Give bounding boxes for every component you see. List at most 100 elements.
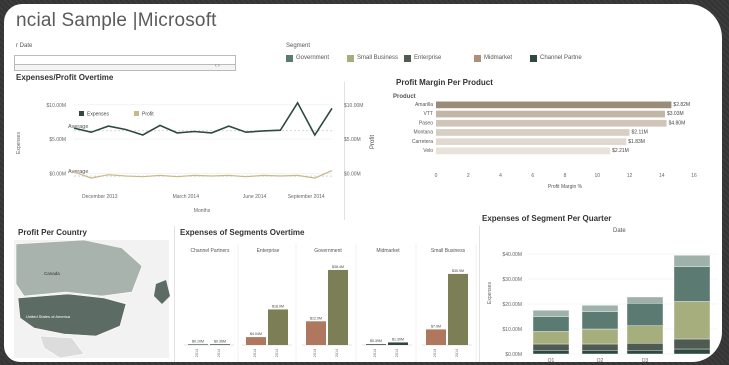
margin-data-label: $4.80M bbox=[669, 120, 686, 126]
quarter-stack-segment bbox=[532, 310, 570, 317]
segment-year-bar bbox=[210, 344, 230, 345]
x-tick-label: September 2014 bbox=[288, 194, 325, 200]
margin-data-label: $2.82M bbox=[673, 102, 690, 108]
quarter-stack-segment bbox=[532, 331, 570, 345]
y-tick-label-left: $5.00M bbox=[49, 137, 66, 143]
year-tick-label: 2014 bbox=[335, 349, 339, 357]
country-label-canada: Canada bbox=[44, 271, 60, 276]
quarter-stack-segment bbox=[581, 311, 619, 330]
segment-column-title: Midmarket bbox=[376, 248, 400, 254]
quarter-tick-label: Q1 bbox=[548, 358, 555, 362]
quarter-stack-segment bbox=[673, 301, 711, 340]
legend-label-profit: Profit bbox=[142, 112, 154, 118]
y-tick-label-left: $0.00M bbox=[49, 171, 66, 177]
y-tick-label: $10.00M bbox=[503, 327, 522, 333]
x-axis-label: Profit Margin % bbox=[548, 184, 583, 190]
y-tick-label: $30.00M bbox=[503, 277, 522, 283]
y-tick-label-right: $5.00M bbox=[344, 137, 361, 143]
segment-year-bar bbox=[246, 337, 266, 345]
quarter-stack-segment bbox=[581, 343, 619, 351]
average-label: Average bbox=[68, 169, 88, 175]
profit-series-line bbox=[73, 170, 333, 179]
quarter-stack-segment bbox=[532, 350, 570, 355]
margin-bar bbox=[436, 129, 630, 136]
x-tick-label: 8 bbox=[564, 173, 567, 179]
segment-year-bar bbox=[328, 269, 348, 345]
legend-label-expenses: Expenses bbox=[87, 112, 109, 118]
quarter-stack-segment bbox=[532, 343, 570, 351]
quarter-stack-segment bbox=[581, 350, 619, 355]
segment-year-bar bbox=[426, 329, 446, 345]
year-tick-label: 2014 bbox=[395, 349, 399, 357]
year-tick-label: 2013 bbox=[253, 349, 257, 357]
y-axis-label-left: Expenses bbox=[16, 132, 22, 154]
y-tick-label: $40.00M bbox=[503, 252, 522, 258]
margin-bar bbox=[436, 138, 627, 145]
quarter-stack-segment bbox=[532, 316, 570, 332]
segment-data-label: $7.9M bbox=[431, 324, 441, 328]
segment-data-label: $38.4M bbox=[332, 265, 344, 269]
x-tick-label: 16 bbox=[691, 173, 697, 179]
quarter-stack-segment bbox=[581, 328, 619, 345]
segment-data-label: $0.36M bbox=[214, 339, 226, 343]
margin-bar bbox=[436, 147, 611, 155]
quarter-stack-segment bbox=[626, 325, 664, 344]
segment-year-bar bbox=[306, 321, 326, 345]
segment-data-label: $35.9M bbox=[452, 269, 464, 273]
year-tick-label: 2013 bbox=[373, 349, 377, 357]
y-tick-label-right: $0.00M bbox=[344, 171, 361, 177]
segment-column-title: Channel Partners bbox=[191, 248, 230, 254]
x-axis-label: Months bbox=[194, 208, 211, 214]
year-tick-label: 2013 bbox=[195, 349, 199, 357]
x-tick-label: 14 bbox=[659, 173, 665, 179]
dashboard-card: ncial Sample |Microsoft r Date ‹ › Segme… bbox=[4, 4, 722, 362]
segment-column-title: Small Business bbox=[431, 248, 466, 254]
segment-year-bar bbox=[268, 309, 288, 345]
segment-year-bar bbox=[366, 344, 386, 345]
segment-data-label: $0.39M bbox=[370, 339, 382, 343]
product-label: Amarilla bbox=[415, 102, 433, 108]
margin-data-label: $1.83M bbox=[628, 139, 645, 145]
x-tick-label: 12 bbox=[627, 173, 633, 179]
segment-data-label: $18.0M bbox=[272, 304, 284, 308]
quarter-stack-segment bbox=[581, 305, 619, 312]
segment-column-title: Government bbox=[314, 248, 342, 254]
legend-swatch-expenses bbox=[79, 111, 84, 116]
y-axis-label: Expenses bbox=[487, 282, 493, 304]
x-tick-label: 0 bbox=[435, 173, 438, 179]
dashboard-charts: $10.00M $10.00M $5.00M $5.00M $0.00M $0.00M Ex… bbox=[14, 101, 718, 362]
segment-data-label: $0.10M bbox=[192, 339, 204, 343]
x-tick-label: March 2014 bbox=[173, 194, 200, 200]
margin-bar bbox=[436, 101, 672, 109]
y-tick-label-right: $10.00M bbox=[344, 103, 363, 109]
margin-data-label: $2.21M bbox=[612, 148, 629, 154]
y-tick-label-left: $10.00M bbox=[47, 103, 66, 109]
expenses-series-line bbox=[73, 101, 333, 137]
margin-bar bbox=[436, 119, 667, 127]
segment-data-label: $12.0M bbox=[310, 316, 322, 320]
x-tick-label: 6 bbox=[531, 173, 534, 179]
quarter-stack-segment bbox=[673, 266, 711, 302]
year-tick-label: 2013 bbox=[313, 349, 317, 357]
product-label: Velo bbox=[423, 148, 433, 154]
quarter-stack-segment bbox=[673, 348, 711, 355]
x-tick-label: 4 bbox=[499, 173, 502, 179]
segment-data-label: $4.04M bbox=[250, 332, 262, 336]
y-tick-label: $20.00M bbox=[503, 302, 522, 308]
quarter-tick-label: Q2 bbox=[597, 358, 604, 362]
segment-data-label: $1.30M bbox=[392, 337, 404, 341]
margin-data-label: $3.03M bbox=[667, 111, 684, 117]
segment-year-bar bbox=[388, 342, 408, 345]
product-label: Carretera bbox=[412, 139, 433, 145]
quarter-stack-segment bbox=[626, 350, 664, 355]
x-tick-label: June 2014 bbox=[243, 194, 267, 200]
margin-bar bbox=[436, 110, 665, 118]
x-tick-label: December 2013 bbox=[82, 194, 118, 200]
country-label-usa: United States of America bbox=[26, 314, 71, 319]
quarter-stack-segment bbox=[673, 338, 711, 350]
x-tick-label: 2 bbox=[467, 173, 470, 179]
product-label: Montana bbox=[414, 130, 434, 136]
year-tick-label: 2014 bbox=[275, 349, 279, 357]
quarter-stack-segment bbox=[626, 303, 664, 326]
segment-column-title: Enterprise bbox=[257, 248, 280, 254]
